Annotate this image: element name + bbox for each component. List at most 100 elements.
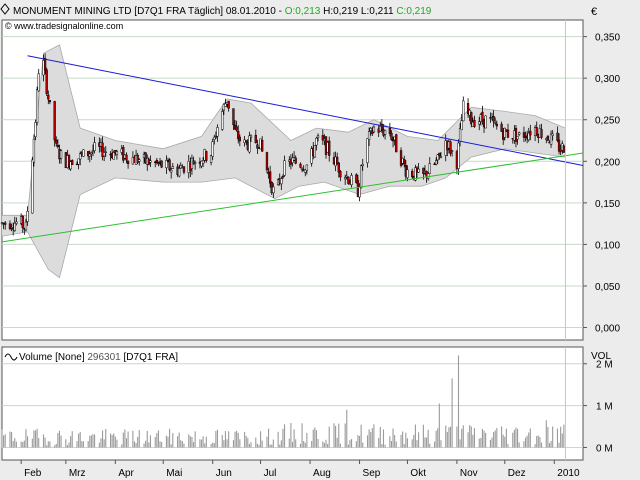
candle-body bbox=[201, 160, 205, 164]
candle-body bbox=[514, 127, 518, 142]
candle-body bbox=[272, 186, 275, 194]
stock-chart: 0,350 0,300 0,250 0,200 0,150 0,100 0,050 0,000… bbox=[0, 0, 640, 480]
candle-body bbox=[299, 163, 302, 168]
candle-body bbox=[24, 221, 28, 231]
currency-label: € bbox=[591, 6, 597, 18]
candle-body bbox=[500, 123, 503, 132]
price-tick-label: 0,200 bbox=[595, 157, 620, 168]
price-tick-label: 0,350 bbox=[595, 33, 620, 44]
candle-body bbox=[503, 127, 506, 138]
candle-body bbox=[484, 115, 487, 129]
candle-body bbox=[249, 135, 253, 138]
candle-body bbox=[178, 168, 181, 177]
candle-body bbox=[406, 169, 409, 178]
candle-body bbox=[170, 169, 173, 173]
candle-body bbox=[294, 157, 297, 164]
date-tick-label: Dez bbox=[508, 468, 526, 479]
candle-body bbox=[506, 129, 510, 138]
candle-body bbox=[48, 100, 52, 103]
candle-body bbox=[248, 135, 251, 153]
candle-body bbox=[193, 162, 197, 164]
volume-value: 296301 bbox=[87, 352, 121, 363]
candle-body bbox=[71, 160, 74, 165]
candle-body bbox=[366, 138, 369, 164]
date-tick-label: Jul bbox=[264, 468, 277, 479]
candle-body bbox=[261, 139, 264, 152]
price-tick-label: 0,300 bbox=[595, 74, 620, 85]
candle-body bbox=[339, 171, 342, 178]
candle-body bbox=[37, 73, 40, 92]
date-tick-label: Okt bbox=[410, 468, 426, 479]
candle-body bbox=[53, 101, 56, 141]
volume-label: Volume [None] 296301 [D7Q1 FRA] bbox=[19, 352, 178, 363]
candle-body bbox=[313, 145, 316, 158]
volume-panel[interactable]: Volume [None] 296301 [D7Q1 FRA] VOL 2 M1… bbox=[1, 346, 613, 461]
date-tick-label: Feb bbox=[24, 468, 42, 479]
candle-body bbox=[427, 173, 430, 179]
candle-body bbox=[535, 127, 538, 135]
candle-body bbox=[556, 132, 559, 141]
candle-body bbox=[478, 121, 481, 125]
candle-body bbox=[157, 162, 160, 164]
candle-body bbox=[546, 135, 550, 141]
candle-body bbox=[450, 150, 454, 152]
candle-body bbox=[221, 111, 224, 130]
candle-body bbox=[315, 137, 318, 146]
date-tick-label: Apr bbox=[118, 468, 134, 479]
candle-body bbox=[35, 89, 39, 123]
date-tick-label: Aug bbox=[313, 468, 331, 479]
candle-body bbox=[316, 135, 320, 138]
candle-body bbox=[460, 120, 463, 131]
candle-body bbox=[367, 131, 371, 140]
candle-body bbox=[473, 119, 476, 127]
candle-body bbox=[138, 159, 141, 162]
copyright-text: © www.tradesignalonline.com bbox=[5, 21, 123, 31]
candle-body bbox=[283, 160, 286, 176]
candle-body bbox=[540, 129, 543, 138]
candle-body bbox=[369, 128, 372, 131]
candle-body bbox=[403, 159, 406, 165]
candle-body bbox=[82, 149, 85, 157]
candle-body bbox=[337, 162, 340, 173]
candle-body bbox=[160, 160, 163, 168]
candle-body bbox=[358, 186, 361, 198]
candle-body bbox=[125, 154, 128, 161]
price-tick-label: 0,100 bbox=[595, 240, 620, 251]
candle-body bbox=[518, 132, 521, 135]
candle-body bbox=[43, 57, 47, 71]
candle-body bbox=[93, 142, 96, 151]
candle-body bbox=[383, 130, 387, 135]
date-tick-label: Nov bbox=[460, 468, 478, 479]
candle-body bbox=[227, 100, 230, 109]
candle-body bbox=[495, 123, 498, 127]
chart-title: MONUMENT MINING LTD [D7Q1 FRA Täglich] 0… bbox=[13, 6, 432, 17]
candle-body bbox=[280, 178, 283, 185]
candle-body bbox=[269, 171, 272, 184]
candle-body bbox=[438, 152, 441, 156]
candle-body bbox=[390, 132, 393, 140]
candle-body bbox=[90, 152, 93, 155]
candle-body bbox=[347, 176, 350, 184]
candle-body bbox=[59, 150, 63, 159]
candle-body bbox=[126, 160, 130, 165]
candle-body bbox=[372, 126, 376, 133]
candle-body bbox=[216, 127, 219, 137]
candle-body bbox=[88, 153, 91, 157]
candle-body bbox=[435, 160, 438, 165]
candle-body bbox=[47, 94, 50, 100]
candle-body bbox=[112, 152, 115, 160]
price-tick-label: 0,150 bbox=[595, 199, 620, 210]
date-tick-label: Mai bbox=[166, 468, 182, 479]
candle-body bbox=[562, 145, 565, 153]
candle-body bbox=[492, 116, 495, 122]
volume-tick-label: 1 M bbox=[596, 402, 613, 413]
price-tick-label: 0,250 bbox=[595, 116, 620, 127]
candle-body bbox=[45, 69, 48, 94]
candle-body bbox=[77, 158, 80, 165]
candle-body bbox=[235, 126, 238, 131]
volume-tick-label: 2 M bbox=[596, 360, 613, 371]
price-tick-label: 0,000 bbox=[595, 324, 620, 335]
price-panel[interactable]: 0,350 0,300 0,250 0,200 0,150 0,100 0,050 0,000 bbox=[0, 19, 620, 341]
close-value: C:0,219 bbox=[396, 6, 431, 17]
candle-body bbox=[171, 166, 174, 169]
